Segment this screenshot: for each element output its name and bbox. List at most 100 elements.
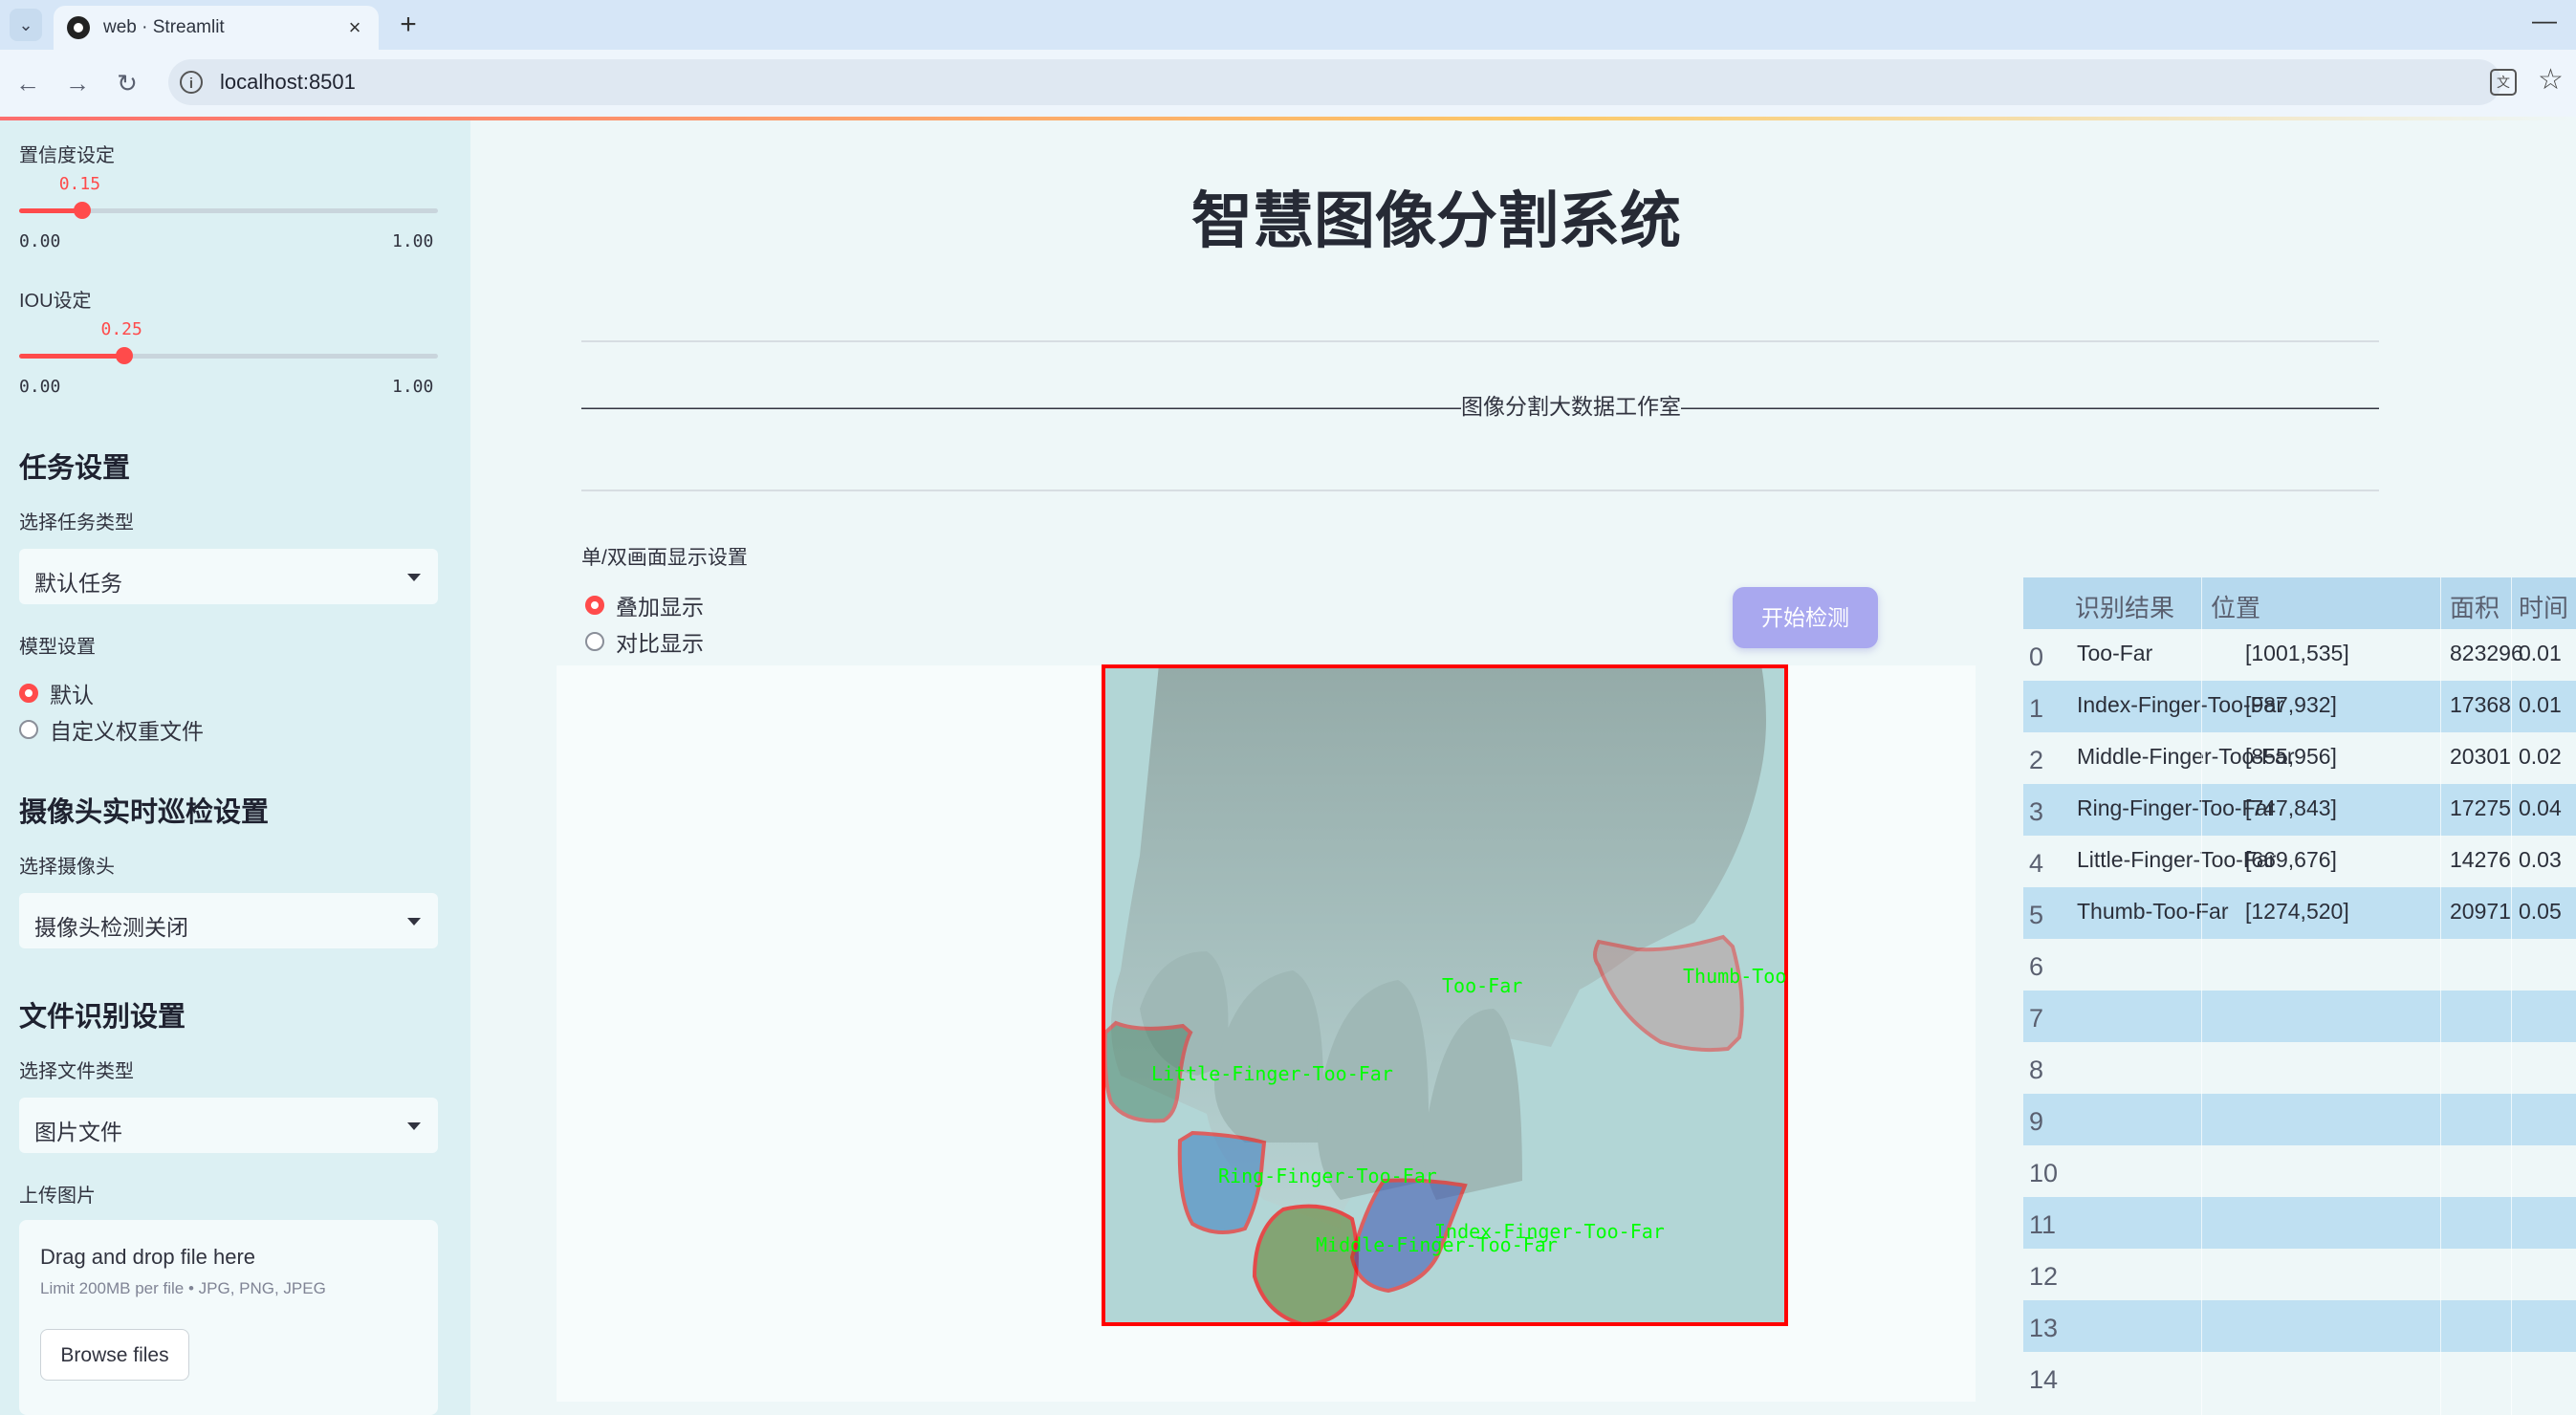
iou-slider[interactable] <box>19 347 438 364</box>
detection-label: Too-Far <box>1442 974 1522 997</box>
translate-icon[interactable]: 文 <box>2490 69 2517 96</box>
table-row[interactable]: 9 <box>2023 1094 2576 1145</box>
position-cell: [747,843] <box>2245 795 2337 820</box>
table-row[interactable]: 1 Index-Finger-Too-Far [987,932] 17368 0.01 <box>2023 681 2576 732</box>
task-type-select[interactable]: 默认任务 <box>19 549 438 604</box>
tab-close-icon[interactable]: × <box>340 15 369 40</box>
time-cell: 0.01 <box>2519 692 2562 717</box>
table-row[interactable]: 6 <box>2023 939 2576 990</box>
table-row[interactable]: 14 <box>2023 1352 2576 1404</box>
column-header[interactable]: 识别结果 <box>2075 589 2174 624</box>
reload-icon[interactable]: ↻ <box>109 65 145 101</box>
column-header[interactable]: 面积 <box>2450 589 2500 624</box>
area-cell: 20301 <box>2450 744 2511 769</box>
row-index: 14 <box>2029 1365 2059 1394</box>
table-row[interactable]: 2 Middle-Finger-Too-Far [855,956] 20301 0.02 <box>2023 732 2576 784</box>
chevron-down-icon <box>407 918 421 925</box>
back-arrow-icon[interactable]: ← <box>10 65 46 101</box>
time-cell: 0.04 <box>2519 795 2562 820</box>
row-index: 3 <box>2029 797 2044 826</box>
radio-button[interactable] <box>19 720 38 739</box>
table-row[interactable]: 11 <box>2023 1197 2576 1249</box>
row-index: 10 <box>2029 1159 2059 1187</box>
row-index: 0 <box>2029 642 2044 671</box>
model-option-label: 自定义权重文件 <box>50 719 204 744</box>
radio-button[interactable] <box>585 632 604 651</box>
row-index: 13 <box>2029 1314 2059 1342</box>
task-type-value: 默认任务 <box>34 571 122 596</box>
site-info-icon[interactable]: i <box>180 71 203 94</box>
upload-title: Drag and drop file here <box>40 1245 256 1269</box>
iou-slider-fill <box>19 354 124 359</box>
table-header: 识别结果 位置 面积 时间 <box>2023 577 2576 629</box>
table-row[interactable]: 10 <box>2023 1145 2576 1197</box>
row-index: 9 <box>2029 1107 2044 1136</box>
display-option-compare[interactable]: 对比显示 <box>585 625 704 658</box>
camera-select[interactable]: 摄像头检测关闭 <box>19 893 438 948</box>
confidence-label: 置信度设定 <box>19 145 115 166</box>
table-row[interactable]: 7 <box>2023 990 2576 1042</box>
table-row[interactable]: 12 <box>2023 1249 2576 1300</box>
area-cell: 823296 <box>2450 641 2523 665</box>
detection-label: Ring-Finger-Too-Far <box>1218 1165 1437 1187</box>
table-row[interactable]: 5 Thumb-Too-Far [1274,520] 20971 0.05 <box>2023 887 2576 939</box>
url-text: localhost:8501 <box>220 70 356 94</box>
camera-heading: 摄像头实时巡检设置 <box>19 797 270 828</box>
result-cell: Thumb-Too-Far <box>2077 899 2229 924</box>
time-cell: 0.02 <box>2519 744 2562 769</box>
iou-slider-thumb[interactable] <box>115 347 133 364</box>
area-cell: 14276 <box>2450 847 2511 872</box>
detection-label: Thumb-Too-Far <box>1683 965 1788 988</box>
bookmark-star-icon[interactable]: ☆ <box>2538 63 2564 97</box>
model-option-default[interactable]: 默认 <box>19 677 94 709</box>
row-index: 8 <box>2029 1056 2044 1084</box>
streamlit-favicon-icon <box>67 16 90 39</box>
file-type-select[interactable]: 图片文件 <box>19 1098 438 1153</box>
row-index: 5 <box>2029 901 2044 929</box>
task-type-label: 选择任务类型 <box>19 512 134 533</box>
page-title: 智慧图像分割系统 <box>1191 186 1681 255</box>
file-type-value: 图片文件 <box>34 1120 122 1144</box>
forward-arrow-icon[interactable]: → <box>59 65 96 101</box>
result-cell: Too-Far <box>2077 641 2153 665</box>
camera-label: 选择摄像头 <box>19 857 115 878</box>
segmentation-result-image: Too-Far Thumb-Too-Far Little-Finger-Too-… <box>1102 664 1788 1326</box>
url-field[interactable]: i localhost:8501 <box>168 59 2501 105</box>
row-index: 11 <box>2029 1210 2057 1239</box>
model-label: 模型设置 <box>19 637 96 658</box>
column-divider <box>2511 577 2512 1415</box>
detection-label: Middle-Finger-Too-Far <box>1316 1233 1558 1256</box>
results-table[interactable]: 识别结果 位置 面积 时间 0 Too-Far [1001,535] 823296 0.… <box>2023 577 2576 1415</box>
file-uploader-dropzone[interactable]: Drag and drop file here Limit 200MB per … <box>19 1220 438 1415</box>
tab-title: web · Streamlit <box>103 17 225 37</box>
window-minimize-icon[interactable]: — <box>2532 6 2557 35</box>
table-row[interactable]: 0 Too-Far [1001,535] 823296 0.01 <box>2023 629 2576 681</box>
table-row[interactable]: 4 Little-Finger-Too-Far [669,676] 14276 0.03 <box>2023 836 2576 887</box>
iou-min: 0.00 <box>19 377 61 397</box>
radio-button[interactable] <box>19 684 38 703</box>
browse-files-button[interactable]: Browse files <box>40 1329 189 1381</box>
table-row[interactable]: 8 <box>2023 1042 2576 1094</box>
display-option-label: 叠加显示 <box>616 595 704 620</box>
tab-search-chevron-icon[interactable]: ⌄ <box>10 9 42 41</box>
position-cell: [987,932] <box>2245 692 2337 717</box>
time-cell: 0.03 <box>2519 847 2562 872</box>
radio-button[interactable] <box>585 596 604 615</box>
browser-tab[interactable]: web · Streamlit × <box>54 6 379 50</box>
task-heading: 任务设置 <box>19 453 131 484</box>
table-row[interactable]: 13 <box>2023 1300 2576 1352</box>
new-tab-icon[interactable]: + <box>392 10 425 42</box>
address-bar: ← → ↻ i localhost:8501 <box>0 50 2576 117</box>
table-row[interactable]: 3 Ring-Finger-Too-Far [747,843] 17275 0.04 <box>2023 784 2576 836</box>
studio-banner: ————————————————————————————————————————… <box>581 394 2379 419</box>
chevron-down-icon <box>407 574 421 581</box>
column-header[interactable]: 位置 <box>2211 589 2260 624</box>
time-cell: 0.01 <box>2519 641 2562 665</box>
column-header[interactable]: 时间 <box>2519 589 2568 624</box>
display-option-overlay[interactable]: 叠加显示 <box>585 589 704 621</box>
chevron-down-icon <box>407 1122 421 1130</box>
area-cell: 20971 <box>2450 899 2511 924</box>
area-cell: 17275 <box>2450 795 2511 820</box>
model-option-custom[interactable]: 自定义权重文件 <box>19 713 204 746</box>
start-detection-button[interactable]: 开始检测 <box>1733 587 1878 648</box>
